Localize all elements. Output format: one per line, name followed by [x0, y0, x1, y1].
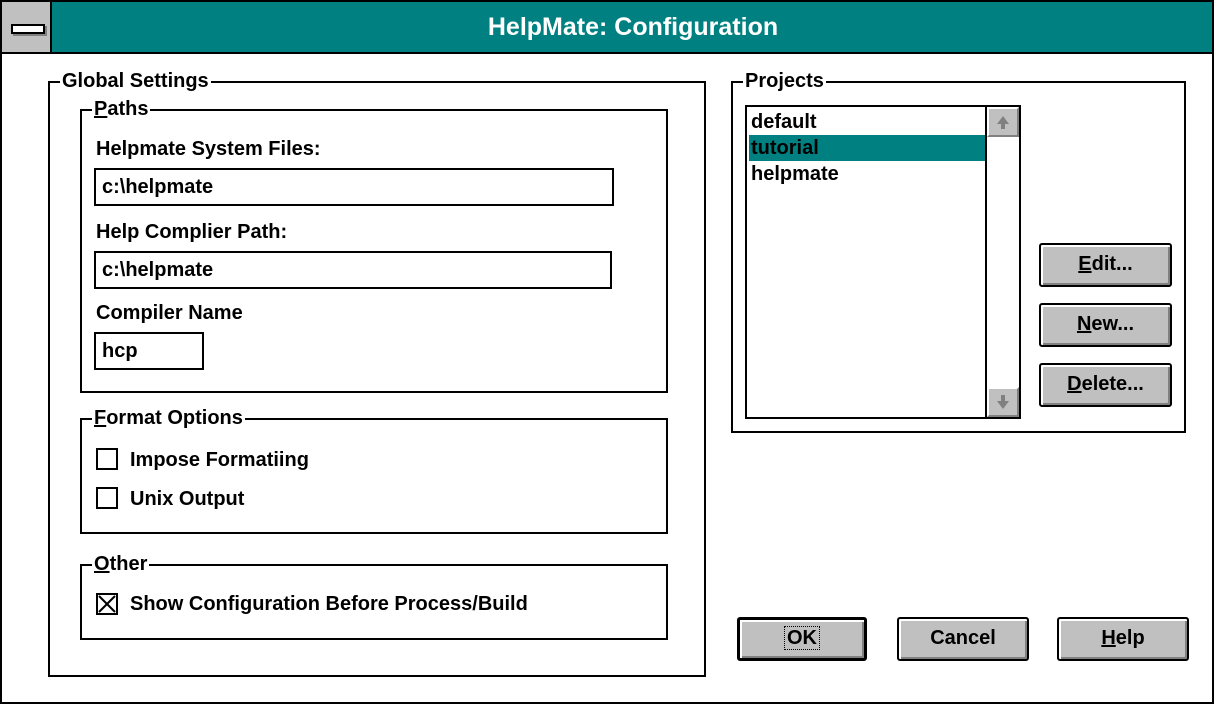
system-files-input[interactable]: c:\helpmate: [94, 168, 614, 206]
delete-button[interactable]: Delete...: [1039, 363, 1172, 407]
new-mnemonic: N: [1076, 313, 1092, 335]
system-menu-icon: [11, 24, 45, 34]
paths-group: Paths Helpmate System Files: c:\helpmate…: [80, 97, 668, 393]
help-mnemonic: H: [1101, 627, 1116, 649]
help-button[interactable]: Help: [1057, 617, 1189, 661]
system-files-label: Helpmate System Files:: [96, 138, 321, 160]
cancel-button[interactable]: Cancel: [897, 617, 1029, 661]
ok-button[interactable]: OK: [737, 617, 867, 661]
paths-label-mnemonic: P: [94, 98, 108, 120]
paths-label: Paths: [92, 97, 151, 121]
list-item[interactable]: helpmate: [749, 161, 985, 187]
list-item[interactable]: default: [749, 109, 985, 135]
show-configuration-label[interactable]: Show Configuration Before Process/Build: [130, 592, 528, 616]
window-title: HelpMate: Configuration: [487, 13, 779, 41]
compiler-path-input[interactable]: c:\helpmate: [94, 251, 612, 289]
system-menu-button[interactable]: [2, 2, 52, 52]
help-label-rest: elp: [1115, 627, 1145, 649]
new-label-rest: ew...: [1091, 313, 1135, 335]
projects-listbox[interactable]: default tutorial helpmate: [745, 105, 1021, 419]
global-settings-label: Global Settings: [60, 69, 211, 93]
other-group: Other Show Configuration Before Process/…: [80, 552, 668, 640]
scroll-down-button[interactable]: [987, 387, 1019, 417]
format-options-mnemonic: F: [94, 407, 107, 429]
edit-mnemonic: E: [1078, 253, 1092, 275]
show-configuration-checkbox[interactable]: [96, 593, 118, 615]
other-label-rest: ther: [109, 553, 148, 575]
ok-label: OK: [784, 626, 820, 650]
format-options-label: Format Options: [92, 406, 245, 430]
delete-mnemonic: D: [1067, 373, 1082, 395]
edit-button[interactable]: Edit...: [1039, 243, 1172, 287]
edit-label-rest: dit...: [1091, 253, 1133, 275]
scroll-up-button[interactable]: [987, 107, 1019, 137]
delete-label-rest: elete...: [1081, 373, 1144, 395]
other-mnemonic: O: [94, 553, 110, 575]
list-item-selected[interactable]: tutorial: [749, 135, 985, 161]
format-options-group: Format Options Impose Formatiing Unix Ou…: [80, 406, 668, 534]
projects-scrollbar[interactable]: [985, 107, 1019, 417]
check-x-icon: [98, 595, 116, 613]
compiler-name-input[interactable]: hcp: [94, 332, 204, 370]
arrow-down-icon: [997, 395, 1009, 409]
impose-formatting-label[interactable]: Impose Formatiing: [130, 448, 309, 472]
unix-output-checkbox[interactable]: [96, 487, 118, 509]
impose-formatting-checkbox[interactable]: [96, 448, 118, 470]
global-settings-group: Global Settings Paths Helpmate System Fi…: [48, 69, 706, 677]
projects-label: Projects: [743, 69, 826, 93]
new-button[interactable]: New...: [1039, 303, 1172, 347]
compiler-path-label: Help Complier Path:: [96, 221, 288, 243]
unix-output-label[interactable]: Unix Output: [130, 487, 244, 511]
title-bar: HelpMate: Configuration: [2, 2, 1212, 54]
arrow-up-icon: [997, 116, 1009, 129]
compiler-name-label: Compiler Name: [96, 302, 243, 324]
paths-label-rest: aths: [107, 98, 149, 120]
format-options-label-rest: ormat Options: [106, 407, 243, 429]
other-label: Other: [92, 552, 150, 576]
configuration-dialog: HelpMate: Configuration Global Settings …: [0, 0, 1214, 704]
